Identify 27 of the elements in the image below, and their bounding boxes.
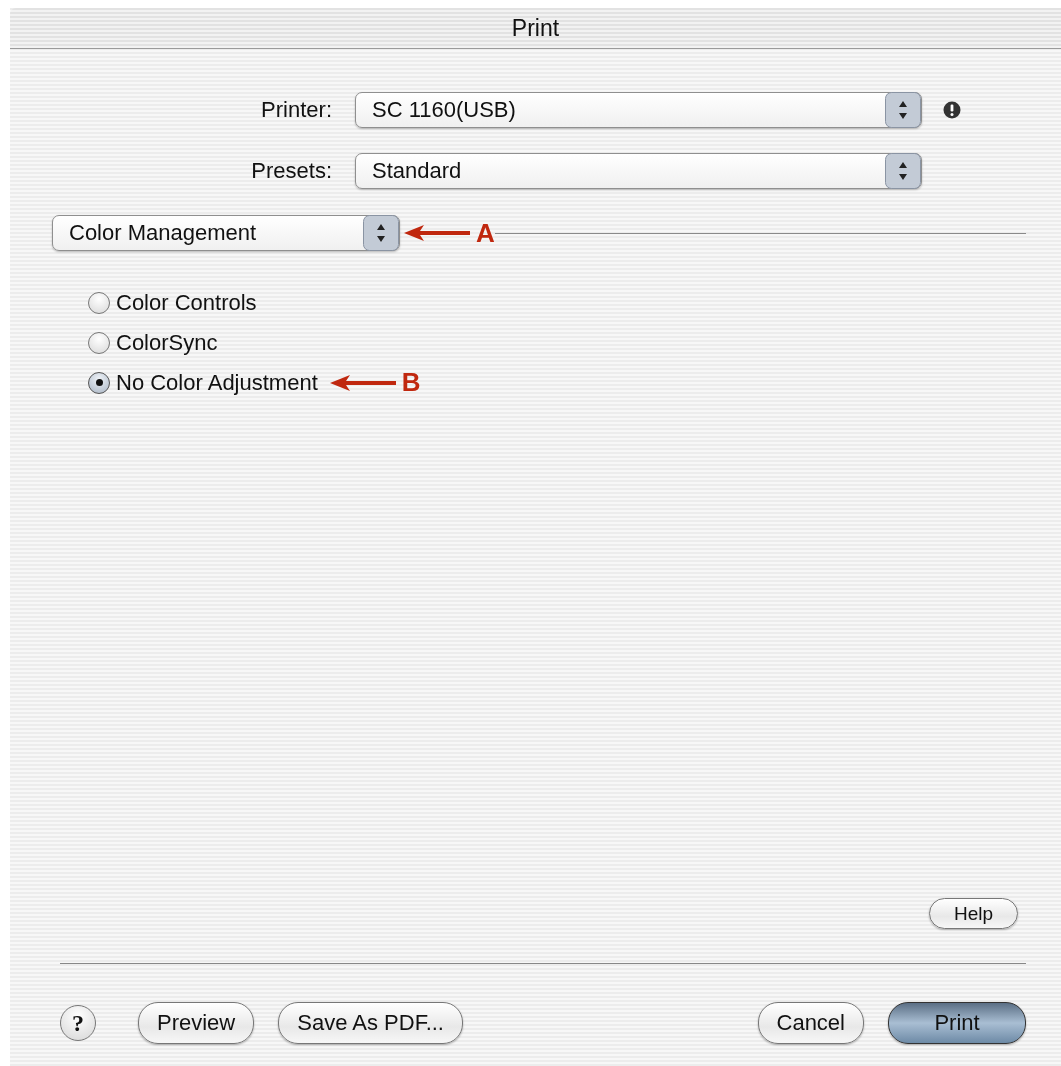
annotation-letter: A <box>476 217 495 249</box>
popup-value: Standard <box>372 158 462 184</box>
popup-menu[interactable]: Color Management <box>52 215 400 251</box>
radio-button[interactable] <box>88 371 110 394</box>
popup-value: SC 1160(USB) <box>372 97 516 123</box>
field-label: Presets: <box>250 158 333 184</box>
help-button[interactable]: ? <box>60 1005 96 1041</box>
arrow-icon <box>402 223 472 243</box>
stepper-icon <box>885 92 921 128</box>
annotation-letter: B <box>401 367 421 398</box>
field-label: Printer: <box>260 97 333 123</box>
stepper-icon <box>885 153 921 189</box>
popup-menu[interactable]: SC 1160(USB) <box>355 92 922 128</box>
option-label: Color Controls <box>116 289 257 316</box>
dialog-button[interactable]: Cancel <box>757 1002 864 1044</box>
radio-button[interactable] <box>88 331 110 354</box>
help-button[interactable]: Help <box>928 898 1018 929</box>
popup-menu[interactable]: Standard <box>355 153 922 189</box>
dialog-button[interactable]: Save As PDF... <box>278 1002 463 1044</box>
dialog-button[interactable]: Preview <box>138 1002 255 1044</box>
stepper-icon <box>363 215 399 251</box>
radio-button[interactable] <box>88 291 110 314</box>
print-button[interactable]: Print <box>888 1002 1026 1044</box>
option-label: ColorSync <box>116 329 218 356</box>
popup-value: Color Management <box>69 220 257 246</box>
option-label: No Color Adjustment <box>116 369 318 396</box>
window-title: Print <box>511 14 560 42</box>
